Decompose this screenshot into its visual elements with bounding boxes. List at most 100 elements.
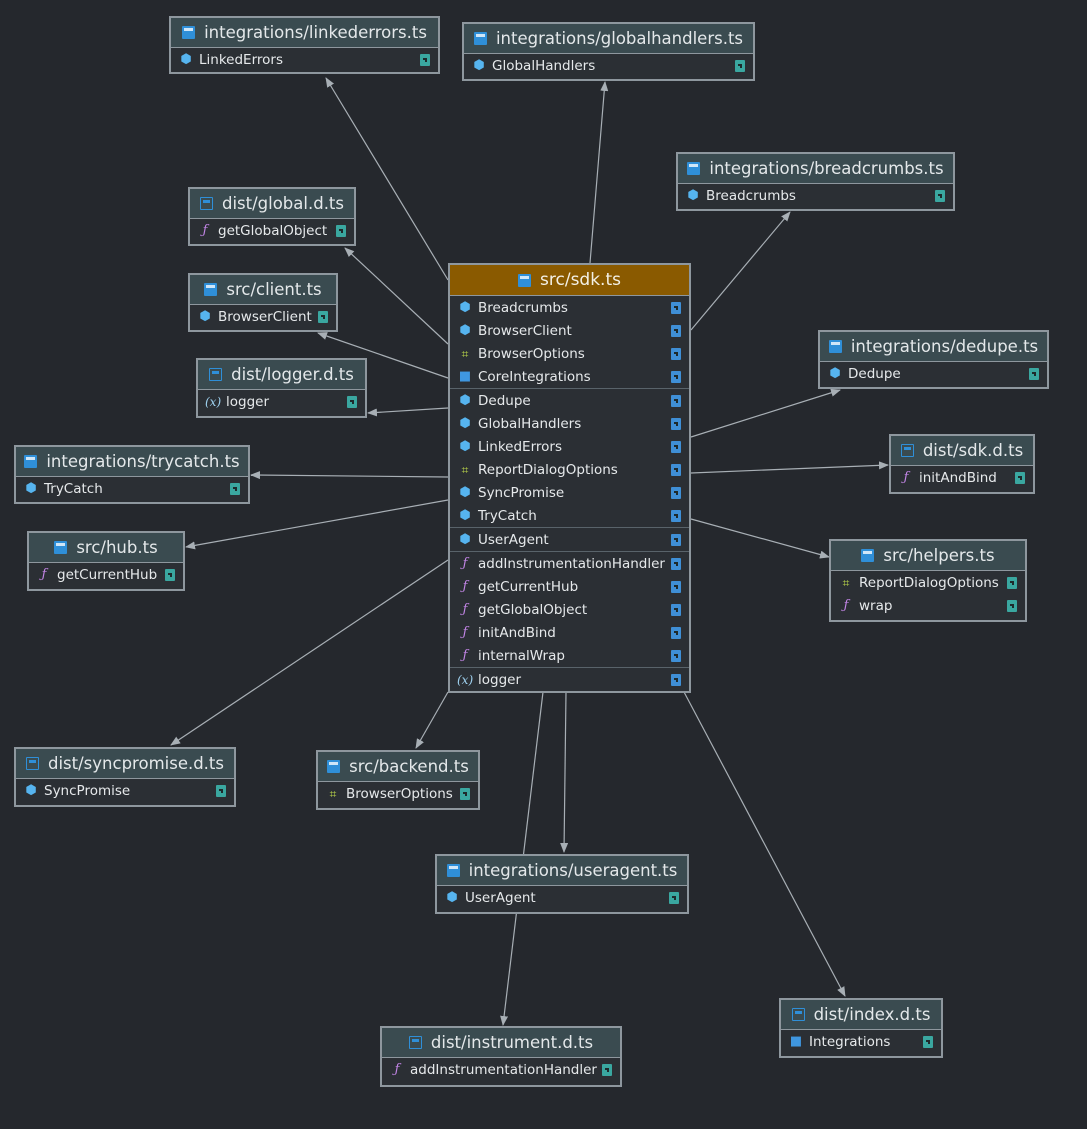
node-header: integrations/trycatch.ts: [16, 447, 248, 477]
member-row[interactable]: ⬢ BrowserClient: [450, 319, 689, 342]
export-file-icon: [671, 440, 681, 453]
member-label: ReportDialogOptions: [859, 574, 999, 591]
member-row[interactable]: ⌗ ReportDialogOptions: [450, 458, 689, 481]
member-label: logger: [226, 393, 270, 410]
function-icon: ƒ: [462, 579, 468, 594]
node-header: src/backend.ts: [318, 752, 478, 782]
function-icon: ƒ: [462, 625, 468, 640]
function-icon: ƒ: [462, 648, 468, 663]
member-label: LinkedErrors: [478, 438, 562, 455]
node-src-sdk[interactable]: src/sdk.ts ⬢ Breadcrumbs ⬢ BrowserClient ⌗ Br…: [448, 263, 691, 693]
declaration-file-icon: [408, 1036, 422, 1049]
member-row[interactable]: ⌗ BrowserOptions: [450, 342, 689, 365]
declaration-file-icon: [791, 1008, 805, 1021]
member-row[interactable]: ƒ wrap: [831, 594, 1025, 617]
member-label: CoreIntegrations: [478, 368, 591, 385]
node-integrations-linkederrors[interactable]: integrations/linkederrors.ts ⬢ LinkedError…: [169, 16, 440, 74]
member-row[interactable]: ƒ getCurrentHub: [450, 575, 689, 598]
export-file-icon: [1015, 471, 1025, 484]
member-row[interactable]: ⬢ GlobalHandlers: [450, 412, 689, 435]
node-src-backend[interactable]: src/backend.ts ⌗ BrowserOptions: [316, 750, 480, 810]
node-dist-instrument-dts[interactable]: dist/instrument.d.ts ƒ addInstrumentationH…: [380, 1026, 622, 1087]
member-label: Dedupe: [478, 392, 531, 409]
class-icon: ⬢: [446, 890, 458, 905]
node-src-client[interactable]: src/client.ts ⬢ BrowserClient: [188, 273, 338, 332]
edge-to-hub: [185, 499, 449, 550]
member-row[interactable]: ƒ getGlobalObject: [190, 219, 354, 242]
member-row[interactable]: ƒ getCurrentHub: [29, 563, 183, 586]
member-row[interactable]: ⬢ SyncPromise: [450, 481, 689, 504]
node-dist-syncpromise-dts[interactable]: dist/syncpromise.d.ts ⬢ SyncPromise: [14, 747, 236, 807]
member-row[interactable]: ⬢ UserAgent: [450, 527, 689, 551]
member-row[interactable]: ƒ initAndBind: [450, 621, 689, 644]
member-row[interactable]: ⬢ LinkedErrors: [450, 435, 689, 458]
class-icon: ⬢: [459, 323, 471, 338]
export-file-icon: [671, 324, 681, 337]
node-title: integrations/breadcrumbs.ts: [709, 159, 944, 178]
member-label: ReportDialogOptions: [478, 461, 618, 478]
member-row[interactable]: ⬢ GlobalHandlers: [464, 54, 753, 77]
node-title: src/hub.ts: [76, 538, 158, 557]
member-row[interactable]: ⬢ LinkedErrors: [171, 48, 438, 71]
class-icon: ⬢: [459, 439, 471, 454]
node-dist-global-dts[interactable]: dist/global.d.ts ƒ getGlobalObject: [188, 187, 356, 246]
member-row[interactable]: ƒ addInstrumentationHandler: [450, 551, 689, 575]
export-file-icon: [230, 482, 240, 495]
member-row[interactable]: ⌗ ReportDialogOptions: [831, 571, 1025, 594]
member-row[interactable]: ⬢ Breadcrumbs: [678, 184, 953, 207]
node-dist-sdk-dts[interactable]: dist/sdk.d.ts ƒ initAndBind: [889, 434, 1035, 494]
edge-to-breadcrumbs: [690, 211, 791, 331]
member-row[interactable]: ƒ internalWrap: [450, 644, 689, 667]
export-file-icon: [671, 533, 681, 546]
class-icon: ⬢: [459, 300, 471, 315]
export-file-icon: [347, 395, 357, 408]
member-row[interactable]: ⬢ SyncPromise: [16, 779, 234, 802]
export-file-icon: [1007, 599, 1017, 612]
class-icon: ⬢: [473, 58, 485, 73]
member-row[interactable]: ⬢ Dedupe: [450, 388, 689, 412]
member-row[interactable]: ⬢ Breadcrumbs: [450, 296, 689, 319]
member-row[interactable]: ■ Integrations: [781, 1030, 941, 1053]
node-integrations-breadcrumbs[interactable]: integrations/breadcrumbs.ts ⬢ Breadcrumbs: [676, 152, 955, 211]
declaration-file-icon: [199, 197, 213, 210]
node-title: integrations/globalhandlers.ts: [495, 29, 744, 48]
export-file-icon: [1029, 367, 1039, 380]
member-row[interactable]: ■ CoreIntegrations: [450, 365, 689, 388]
member-label: SyncPromise: [478, 484, 565, 501]
node-integrations-trycatch[interactable]: integrations/trycatch.ts ⬢ TryCatch: [14, 445, 250, 504]
export-file-icon: [923, 1035, 933, 1048]
export-file-icon: [671, 417, 681, 430]
member-label: TryCatch: [478, 507, 537, 524]
member-label: addInstrumentationHandler: [478, 555, 665, 572]
member-row[interactable]: ƒ getGlobalObject: [450, 598, 689, 621]
member-row[interactable]: (x) logger: [450, 667, 689, 691]
node-src-hub[interactable]: src/hub.ts ƒ getCurrentHub: [27, 531, 185, 591]
member-row[interactable]: ⌗ BrowserOptions: [318, 782, 478, 805]
member-row[interactable]: ƒ initAndBind: [891, 466, 1033, 489]
node-src-helpers[interactable]: src/helpers.ts ⌗ ReportDialogOptions ƒ wrap: [829, 539, 1027, 622]
node-integrations-dedupe[interactable]: integrations/dedupe.ts ⬢ Dedupe: [818, 330, 1049, 389]
node-dist-logger-dts[interactable]: dist/logger.d.ts (x) logger: [196, 358, 367, 418]
module-file-icon: ■: [789, 1034, 803, 1049]
export-file-icon: [318, 310, 328, 323]
member-label: logger: [478, 671, 522, 688]
class-icon: ⬢: [459, 393, 471, 408]
member-row[interactable]: ⬢ TryCatch: [450, 504, 689, 527]
member-row[interactable]: ⬢ Dedupe: [820, 362, 1047, 385]
member-row[interactable]: ⬢ UserAgent: [437, 886, 687, 909]
member-label: Dedupe: [848, 365, 901, 382]
node-integrations-globalhandlers[interactable]: integrations/globalhandlers.ts ⬢ GlobalHan…: [462, 22, 755, 81]
typescript-file-icon: [473, 32, 487, 45]
export-file-icon: [671, 301, 681, 314]
node-integrations-useragent[interactable]: integrations/useragent.ts ⬢ UserAgent: [435, 854, 689, 914]
member-row[interactable]: ⬢ BrowserClient: [190, 305, 336, 328]
member-row[interactable]: (x) logger: [198, 390, 365, 413]
class-icon: ⬢: [25, 783, 37, 798]
member-row[interactable]: ƒ addInstrumentationHandler: [382, 1058, 620, 1081]
typescript-file-icon: [446, 864, 460, 877]
node-dist-index-dts[interactable]: dist/index.d.ts ■ Integrations: [779, 998, 943, 1058]
member-row[interactable]: ⬢ TryCatch: [16, 477, 248, 500]
class-icon: ⬢: [180, 52, 192, 67]
member-label: addInstrumentationHandler: [410, 1061, 597, 1078]
member-label: GlobalHandlers: [478, 415, 582, 432]
